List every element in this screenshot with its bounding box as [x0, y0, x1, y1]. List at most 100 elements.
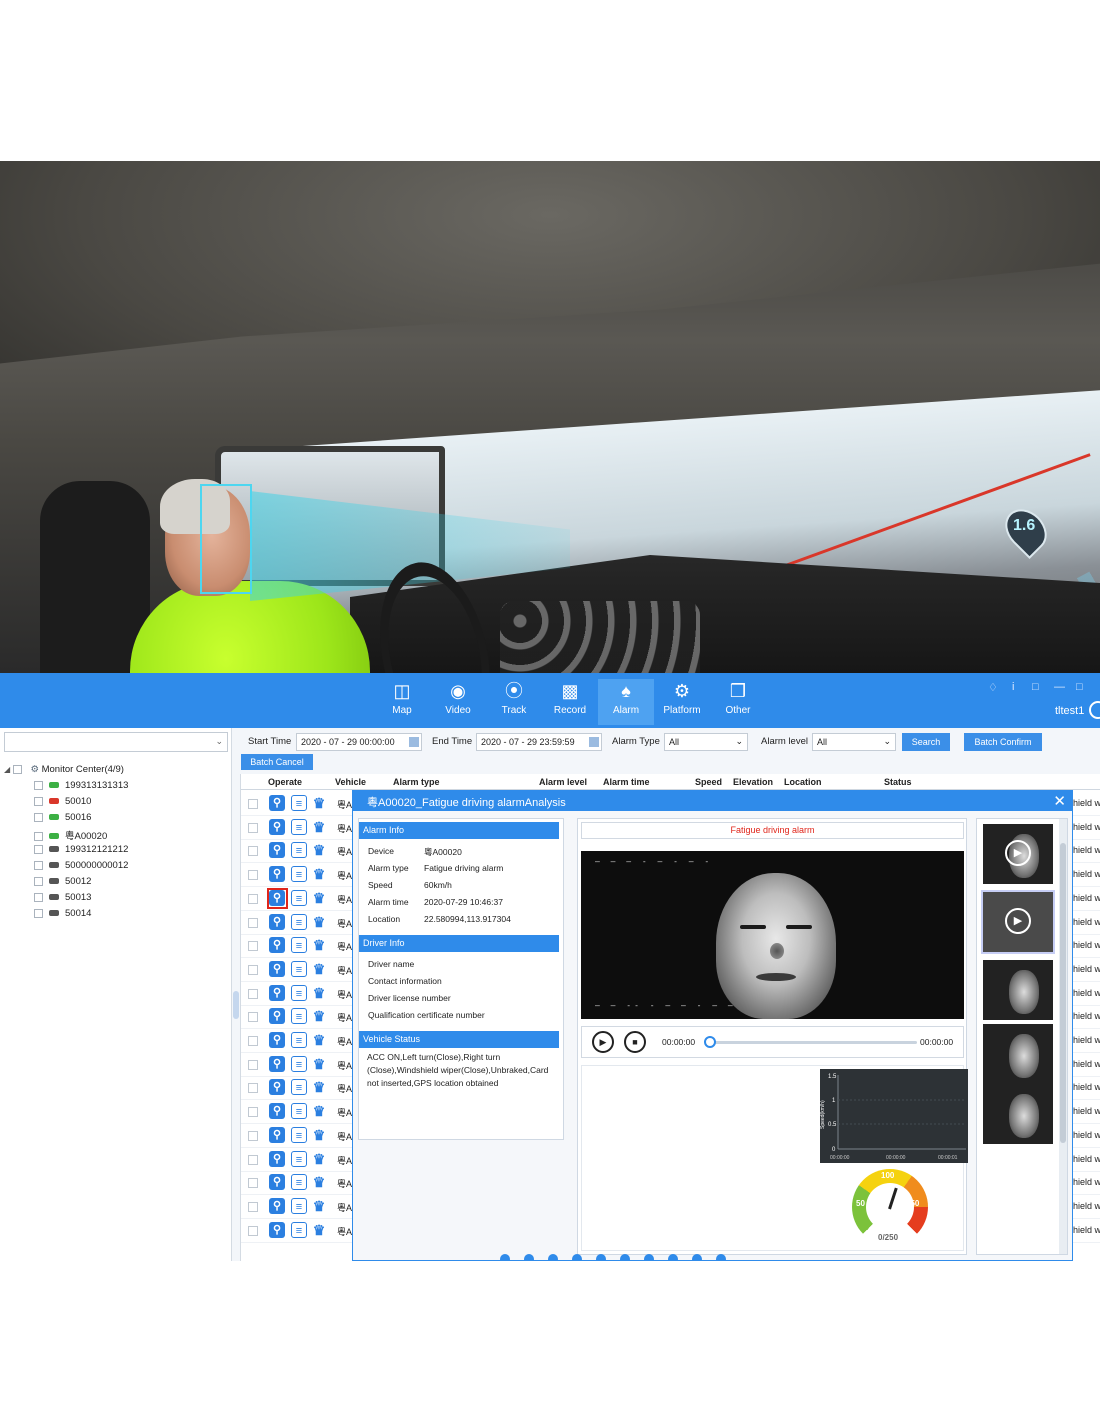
seek-knob[interactable] — [704, 1036, 716, 1048]
alarm-handle-icon[interactable]: ♛ — [311, 1197, 327, 1214]
alarm-handle-icon[interactable]: ♛ — [311, 1032, 327, 1048]
alarm-type-select[interactable]: All ⌄ — [664, 733, 748, 751]
vehicle-checkbox[interactable] — [34, 812, 43, 822]
col-speed[interactable]: Speed — [695, 777, 722, 787]
search-button[interactable]: Search — [902, 733, 950, 751]
panel-collapse-handle[interactable] — [233, 991, 239, 1019]
view-detail-icon[interactable]: ⚲ — [269, 842, 285, 859]
alarm-handle-icon[interactable]: ♛ — [311, 1008, 327, 1025]
alarm-handle-icon[interactable]: ♛ — [311, 818, 327, 835]
current-user[interactable]: tltest1 — [1055, 705, 1084, 717]
play-icon[interactable]: ▶ — [1005, 908, 1031, 934]
report-icon[interactable]: ≡ — [291, 842, 307, 859]
page-dot[interactable] — [644, 1254, 654, 1261]
page-dot[interactable] — [524, 1254, 534, 1261]
thumbnail-video[interactable]: ▶ — [983, 824, 1053, 884]
page-dot[interactable] — [716, 1254, 726, 1261]
alarm-handle-icon[interactable]: ♛ — [311, 1221, 327, 1238]
thumbnail-image[interactable] — [983, 1084, 1053, 1144]
page-dot[interactable] — [668, 1254, 678, 1261]
report-icon[interactable]: ≡ — [291, 866, 307, 883]
alarm-handle-icon[interactable]: ♛ — [311, 913, 327, 930]
user-avatar-icon[interactable] — [1089, 701, 1100, 719]
report-icon[interactable]: ≡ — [291, 889, 307, 906]
tree-vehicle-item[interactable]: 50014 — [34, 908, 91, 922]
row-checkbox[interactable] — [248, 1178, 258, 1189]
vehicle-checkbox[interactable] — [34, 796, 43, 806]
vehicle-checkbox[interactable] — [34, 908, 43, 918]
alarm-handle-icon[interactable]: ♛ — [311, 842, 327, 859]
tree-vehicle-item[interactable]: 500000000012 — [34, 860, 128, 874]
close-icon[interactable]: ✕ — [1053, 792, 1066, 810]
vehicle-checkbox[interactable] — [34, 876, 43, 886]
alarm-handle-icon[interactable]: ♛ — [311, 1174, 327, 1191]
col-status[interactable]: Status — [884, 777, 912, 787]
view-detail-icon[interactable]: ⚲ — [269, 1008, 285, 1025]
vehicle-checkbox[interactable] — [34, 844, 43, 854]
report-icon[interactable]: ≡ — [291, 1221, 307, 1238]
row-checkbox[interactable] — [248, 1036, 258, 1046]
report-icon[interactable]: ≡ — [291, 1197, 307, 1214]
report-icon[interactable]: ≡ — [291, 795, 307, 811]
view-detail-icon[interactable]: ⚲ — [269, 1174, 285, 1191]
calendar-icon[interactable] — [589, 737, 599, 747]
seek-track[interactable] — [712, 1041, 917, 1044]
view-detail-icon[interactable]: ⚲ — [269, 1150, 285, 1167]
col-elevation[interactable]: Elevation — [733, 777, 773, 787]
scroll-thumb[interactable] — [1060, 843, 1066, 1143]
row-checkbox[interactable] — [248, 822, 258, 833]
view-detail-icon[interactable]: ⚲ — [269, 866, 285, 883]
tree-vehicle-item[interactable]: 粵A00020 — [34, 828, 107, 842]
maximize-icon[interactable]: □ — [1076, 681, 1083, 693]
alarm-handle-icon[interactable]: ♛ — [311, 1055, 327, 1072]
alarm-video-frame[interactable]: — — — - — - — - — — -- - — — - — — — [581, 851, 964, 1019]
play-icon[interactable]: ▶ — [592, 1031, 614, 1053]
col-vehicle[interactable]: Vehicle — [335, 777, 366, 787]
alarm-handle-icon[interactable]: ♛ — [311, 1079, 327, 1096]
page-dot[interactable] — [596, 1254, 606, 1261]
batch-cancel-button[interactable]: Batch Cancel — [241, 754, 313, 770]
row-checkbox[interactable] — [248, 941, 258, 952]
alarm-handle-icon[interactable]: ♛ — [311, 1126, 327, 1143]
col-alarm-time[interactable]: Alarm time — [603, 777, 650, 787]
report-icon[interactable]: ≡ — [291, 1150, 307, 1167]
play-icon[interactable]: ▶ — [1005, 840, 1031, 866]
expand-arrow-icon[interactable]: ◢ — [4, 765, 10, 774]
alarm-level-select[interactable]: All ⌄ — [812, 733, 896, 751]
tree-root[interactable]: ◢ ⚙ Monitor Center(4/9) — [4, 764, 124, 775]
view-detail-icon[interactable]: ⚲ — [269, 913, 285, 930]
tree-vehicle-item[interactable]: 50013 — [34, 892, 91, 906]
col-alarm-type[interactable]: Alarm type — [393, 777, 440, 787]
thumbnail-video[interactable]: ▶ — [981, 890, 1055, 954]
vehicle-checkbox[interactable] — [34, 892, 43, 902]
tree-vehicle-item[interactable]: 50012 — [34, 876, 91, 890]
report-icon[interactable]: ≡ — [291, 1126, 307, 1143]
report-icon[interactable]: ≡ — [291, 1055, 307, 1072]
start-time-input[interactable]: 2020 - 07 - 29 00:00:00 — [296, 733, 422, 751]
nav-record[interactable]: ▩ Record — [542, 679, 598, 725]
row-checkbox[interactable] — [248, 870, 258, 881]
vehicle-checkbox[interactable] — [34, 860, 43, 870]
nav-track[interactable]: ⦿ Track — [486, 679, 542, 725]
report-icon[interactable]: ≡ — [291, 960, 307, 977]
view-detail-icon[interactable]: ⚲ — [269, 818, 285, 835]
alarm-handle-icon[interactable]: ♛ — [311, 795, 327, 811]
row-checkbox[interactable] — [248, 1201, 258, 1212]
page-dot[interactable] — [692, 1254, 702, 1261]
alarm-handle-icon[interactable]: ♛ — [311, 1103, 327, 1120]
thumbnail-image[interactable] — [983, 1024, 1053, 1084]
report-icon[interactable]: ≡ — [291, 1174, 307, 1191]
tree-vehicle-item[interactable]: 50016 — [34, 812, 91, 826]
view-detail-icon[interactable]: ⚲ — [269, 1055, 285, 1072]
nav-alarm[interactable]: ♠ Alarm — [598, 679, 654, 725]
thumbnail-image[interactable] — [983, 960, 1053, 1020]
calendar-icon[interactable] — [409, 737, 419, 747]
stop-icon[interactable]: ■ — [624, 1031, 646, 1053]
view-detail-icon[interactable]: ⚲ — [269, 937, 285, 954]
vehicle-checkbox[interactable] — [34, 780, 43, 790]
row-checkbox[interactable] — [248, 846, 258, 857]
info-icon[interactable]: i — [1012, 681, 1014, 693]
row-checkbox[interactable] — [248, 964, 258, 975]
page-dot[interactable] — [500, 1254, 510, 1261]
tree-root-checkbox[interactable] — [12, 764, 22, 774]
